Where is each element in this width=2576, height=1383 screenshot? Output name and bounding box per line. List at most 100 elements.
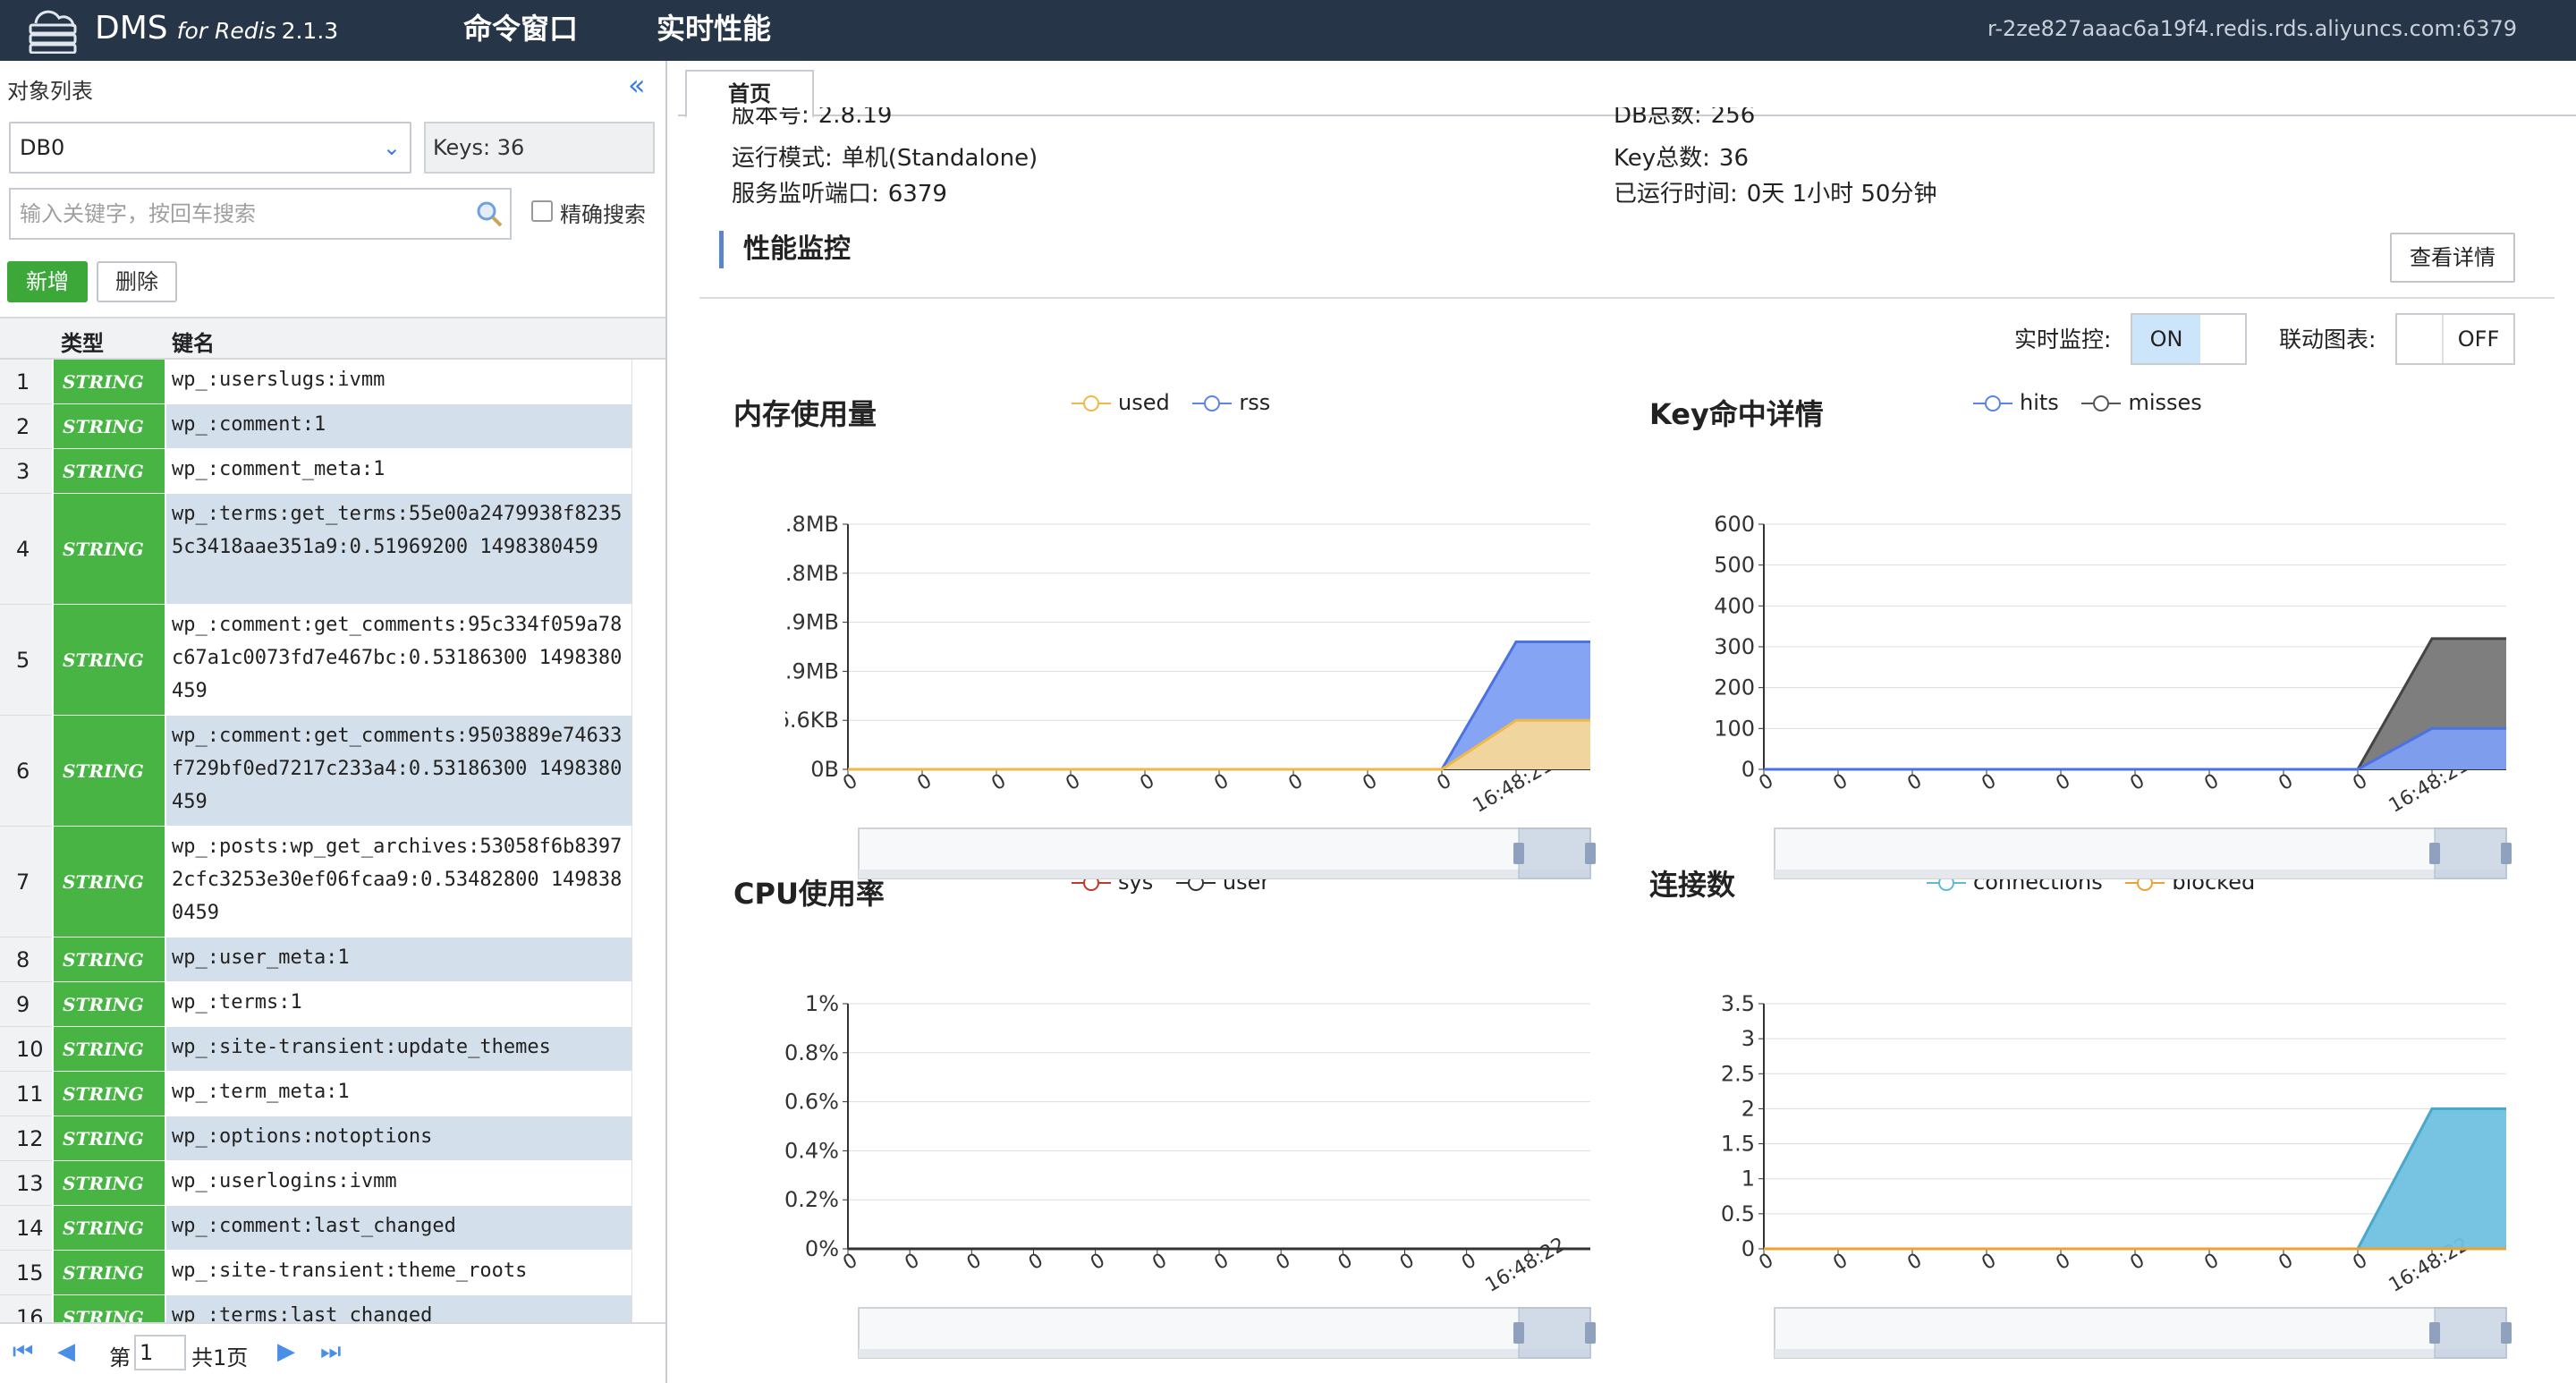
key-name[interactable]: wp_:site-transient:theme_roots	[166, 1251, 631, 1295]
x-tick-label: 0	[1137, 770, 1159, 796]
row-number: 13	[0, 1161, 52, 1206]
last-page-icon[interactable]: ⏭	[320, 1338, 341, 1366]
x-tick-label: 0	[1360, 770, 1382, 796]
table-row[interactable]: 5 STRING wp_:comment:get_comments:95c334f0…	[0, 605, 631, 716]
type-badge: STRING	[54, 605, 165, 716]
y-tick-label: 0	[1741, 757, 1755, 782]
column-key: 键名	[172, 331, 215, 356]
key-name[interactable]: wp_:posts:wp_get_archives:53058f6b83972c…	[166, 827, 631, 938]
legend-rss-label: rss	[1239, 390, 1271, 415]
keyhits-chart: 01002003004005006000 0 0 0 0 0 0 0 0 16:48:21	[1714, 512, 2512, 879]
key-name[interactable]: wp_:comment:get_comments:95c334f059a78c6…	[166, 605, 631, 716]
key-name[interactable]: wp_:comment:last_changed	[166, 1206, 631, 1251]
chart-keyhits-legend: hits misses	[1973, 390, 2218, 415]
add-button[interactable]: 新增	[7, 261, 88, 302]
key-name[interactable]: wp_:options:notoptions	[166, 1116, 631, 1161]
table-row[interactable]: 15 STRING wp_:site-transient:theme_roots	[0, 1251, 631, 1295]
info-db-total: DB总数: 256	[1614, 107, 1755, 134]
table-row[interactable]: 9 STRING wp_:terms:1	[0, 982, 631, 1027]
legend-item-hits[interactable]: hits	[1973, 390, 2059, 415]
type-badge: STRING	[54, 827, 165, 938]
table-row[interactable]: 2 STRING wp_:comment:1	[0, 404, 631, 449]
row-number: 3	[0, 449, 52, 494]
delete-button[interactable]: 删除	[97, 261, 177, 302]
info-uptime-value: 0天 1小时 50分钟	[1746, 181, 1937, 208]
zoom-slider-baseline	[1775, 870, 2506, 878]
x-tick-label: 0	[1904, 1250, 1927, 1276]
info-port-label: 服务监听端口:	[732, 181, 879, 208]
key-name[interactable]: wp_:terms:1	[166, 982, 631, 1027]
table-row[interactable]: 13 STRING wp_:userlogins:ivmm	[0, 1161, 631, 1206]
search-input[interactable]	[18, 190, 465, 238]
info-mode-value: 单机(Standalone)	[841, 145, 1038, 172]
table-row[interactable]: 6 STRING wp_:comment:get_comments:9503889e…	[0, 716, 631, 827]
first-page-icon[interactable]: ⏮	[13, 1338, 33, 1366]
key-name[interactable]: wp_:site-transient:update_themes	[166, 1027, 631, 1072]
search-icon[interactable]	[474, 199, 504, 229]
y-tick-label: 0.4%	[785, 1138, 839, 1163]
page-total: 共1页	[191, 1345, 249, 1370]
type-badge: STRING	[54, 1116, 165, 1161]
zoom-handle-right	[1585, 1322, 1596, 1344]
app-name: DMS	[95, 10, 168, 47]
table-row[interactable]: 7 STRING wp_:posts:wp_get_archives:53058f6…	[0, 827, 631, 938]
x-tick-label: 0	[2127, 1250, 2149, 1276]
realtime-toggle[interactable]: ON	[2131, 313, 2247, 365]
table-row[interactable]: 1 STRING wp_:userslugs:ivmm	[0, 360, 631, 404]
type-badge: STRING	[54, 404, 165, 449]
db-select-value: DB0	[20, 135, 65, 160]
table-row[interactable]: 3 STRING wp_:comment_meta:1	[0, 449, 631, 494]
type-badge: STRING	[54, 494, 165, 605]
x-tick-label: 0	[2127, 770, 2149, 796]
y-tick-label: 100	[1714, 716, 1755, 741]
link-charts-toggle-state: OFF	[2442, 315, 2513, 363]
table-scrollbar[interactable]	[631, 360, 665, 1379]
exact-search-label: 精确搜索	[560, 202, 646, 227]
type-badge: STRING	[54, 449, 165, 494]
x-tick-label: 0	[2275, 1250, 2298, 1276]
key-name[interactable]: wp_:terms:get_terms:55e00a2479938f82355c…	[166, 494, 631, 605]
zoom-handle-right	[1585, 843, 1596, 864]
table-header: 类型 键名	[0, 317, 665, 360]
key-name[interactable]: wp_:user_meta:1	[166, 938, 631, 982]
table-row[interactable]: 14 STRING wp_:comment:last_changed	[0, 1206, 631, 1251]
link-charts-toggle[interactable]: OFF	[2395, 313, 2515, 365]
legend-item-used[interactable]: used	[1072, 390, 1170, 415]
y-tick-label: 0.2%	[785, 1187, 839, 1212]
chevron-down-icon: ⌄	[382, 135, 401, 160]
view-details-button[interactable]: 查看详情	[2390, 233, 2515, 283]
key-name[interactable]: wp_:comment_meta:1	[166, 449, 631, 494]
table-row[interactable]: 4 STRING wp_:terms:get_terms:55e00a2479938…	[0, 494, 631, 605]
x-tick-label: 0	[2350, 770, 2372, 796]
legend-item-misses[interactable]: misses	[2081, 390, 2202, 415]
nav-command-window[interactable]: 命令窗口	[463, 7, 578, 50]
info-db-total-label: DB总数:	[1614, 107, 1702, 129]
legend-item-rss[interactable]: rss	[1192, 390, 1270, 415]
key-name[interactable]: wp_:userslugs:ivmm	[166, 360, 631, 404]
db-select[interactable]: DB0 ⌄	[9, 122, 411, 174]
key-name[interactable]: wp_:userlogins:ivmm	[166, 1161, 631, 1206]
key-name[interactable]: wp_:comment:1	[166, 404, 631, 449]
table-row[interactable]: 8 STRING wp_:user_meta:1	[0, 938, 631, 982]
x-tick-label: 0	[963, 1250, 986, 1276]
x-tick-label: 0	[902, 1250, 924, 1276]
prev-page-icon[interactable]: ◀	[57, 1338, 75, 1365]
table-row[interactable]: 10 STRING wp_:site-transient:update_themes	[0, 1027, 631, 1072]
exact-search-checkbox[interactable]	[531, 200, 553, 222]
table-row[interactable]: 12 STRING wp_:options:notoptions	[0, 1116, 631, 1161]
y-tick-label: 0.5	[1721, 1201, 1755, 1226]
key-name[interactable]: wp_:comment:get_comments:9503889e74633f7…	[166, 716, 631, 827]
info-keys-total-label: Key总数:	[1614, 145, 1710, 172]
x-tick-label: 0	[1979, 1250, 2001, 1276]
x-tick-label: 0	[1830, 770, 1852, 796]
table-row[interactable]: 11 STRING wp_:term_meta:1	[0, 1072, 631, 1116]
main-panel: 首页 版本号: 2.8.19 DB总数: 256 运行模式: 单机(Standalon…	[678, 61, 2576, 1383]
nav-realtime-performance[interactable]: 实时性能	[657, 7, 771, 50]
y-tick-label: 1	[1741, 1167, 1755, 1192]
type-badge: STRING	[54, 1206, 165, 1251]
page-input[interactable]: 1	[134, 1335, 186, 1370]
next-page-icon[interactable]: ▶	[277, 1338, 295, 1365]
key-name[interactable]: wp_:term_meta:1	[166, 1072, 631, 1116]
zoom-handle-right	[2501, 1322, 2512, 1344]
collapse-icon[interactable]: «	[628, 68, 646, 102]
